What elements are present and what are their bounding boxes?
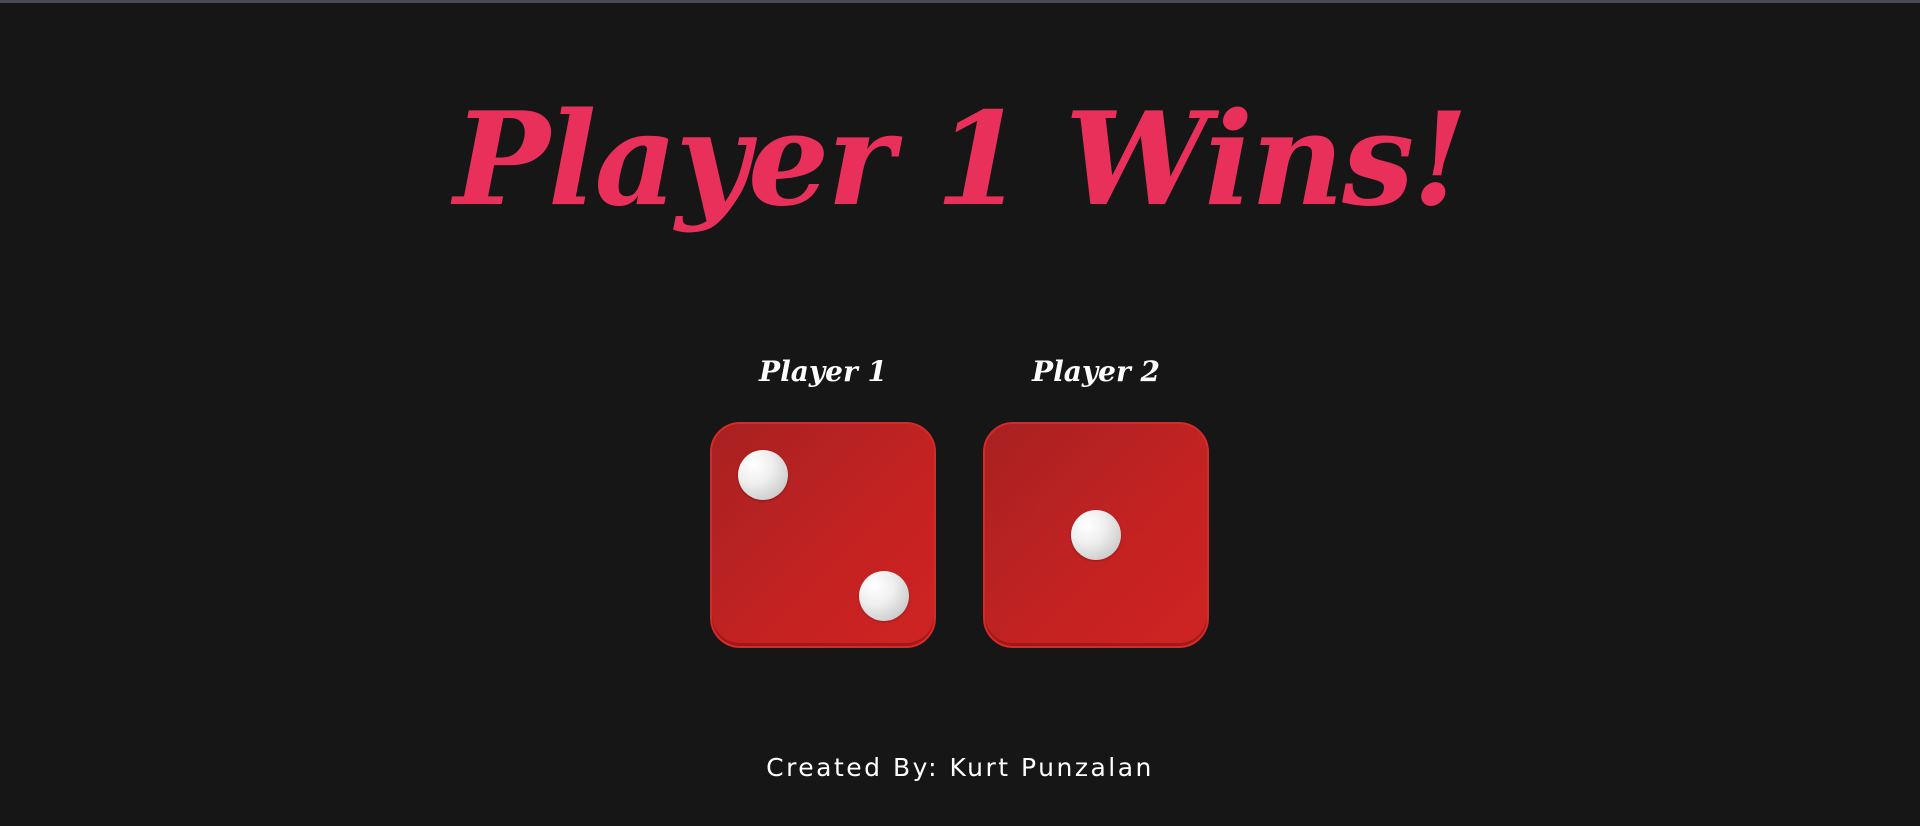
player-2-label: Player 2	[1032, 355, 1160, 388]
window-top-edge	[0, 0, 1920, 3]
die-pip	[738, 450, 788, 500]
die-pip	[859, 571, 909, 621]
player-1-label: Player 1	[759, 355, 887, 388]
player-1-panel: Player 1	[710, 350, 936, 648]
player-2-die[interactable]	[983, 422, 1209, 648]
winner-title: Player 1 Wins!	[453, 85, 1469, 235]
player-2-panel: Player 2	[983, 350, 1209, 648]
die-pip	[1071, 510, 1121, 560]
credits-footer: Created By: Kurt Punzalan	[766, 753, 1154, 782]
player-1-die[interactable]	[710, 422, 936, 648]
